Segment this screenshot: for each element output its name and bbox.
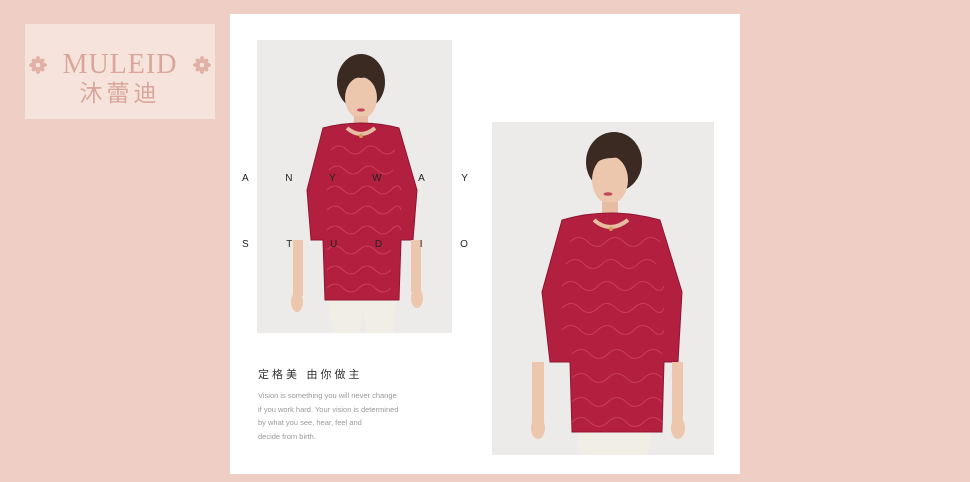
model-front-image [291,54,423,333]
tagline-letter: U [330,239,338,250]
tagline-letter: S [242,239,249,250]
model-side-image [531,132,685,455]
tagline-anyway: A N Y W A Y [242,173,468,185]
brand-name-cn: 沐蕾迪 [79,81,161,107]
tagline-letter: Y [328,173,336,184]
brand-name-en: MULEID [62,49,178,80]
product-photo-side[interactable] [492,122,714,455]
tagline-letter: O [460,239,468,250]
product-photo-front[interactable] [257,40,452,333]
description-line: if you work hard. Your vision is determi… [258,404,399,414]
tagline-letter: Y [461,173,468,184]
description-line: decide from birth. [258,431,316,441]
tagline-letter: A [418,173,425,184]
brand-logo[interactable]: MULEID 沐蕾迪 [25,24,215,119]
tagline-letter: T [286,239,293,250]
tagline-letter: D [374,239,383,250]
slogan-cn: 定格美 由你做主 [258,368,363,381]
tagline-letter: W [372,173,382,184]
product-banner-card: A N Y W A Y S T U D I O 定格美 由你做主 Vision … [230,14,740,474]
tagline-letter: I [419,239,423,250]
tagline-letter: A [242,173,249,184]
flower-icon [193,56,211,74]
tagline-letter: N [285,173,293,184]
description-line: Vision is something you will never chang… [258,391,397,400]
description-block: Vision is something you will never chang… [258,389,458,443]
description-line: by what you see, hear, feel and [258,418,362,427]
tagline-studio: S T U D I O [242,239,468,251]
